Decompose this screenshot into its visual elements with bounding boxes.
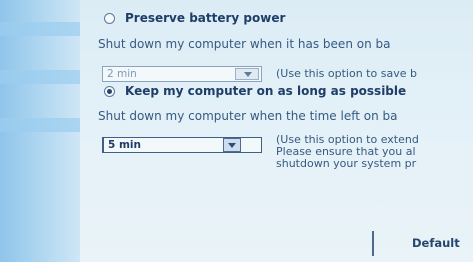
preserve-battery-option[interactable]: Preserve battery power <box>104 11 285 25</box>
nav-band <box>0 118 80 132</box>
default-button[interactable]: Default <box>372 231 473 256</box>
chevron-down-icon[interactable] <box>235 68 259 80</box>
keep-computer-on-time-value: 5 min <box>108 139 141 151</box>
preserve-battery-radio[interactable] <box>104 12 115 24</box>
keep-computer-on-label: Keep my computer on as long as possible <box>125 84 407 98</box>
keep-computer-on-radio[interactable] <box>104 85 115 97</box>
keep-computer-on-time-select[interactable]: 5 min <box>102 137 262 153</box>
preserve-battery-time-select[interactable]: 2 min <box>102 66 262 82</box>
preserve-battery-label: Preserve battery power <box>125 11 286 25</box>
preserve-battery-time-value: 2 min <box>107 68 137 80</box>
keep-computer-on-description: Shut down my computer when the time left… <box>98 109 398 123</box>
default-button-label: Default <box>412 236 460 250</box>
keep-computer-on-note-line-3: shutdown your system pr <box>276 157 417 170</box>
preserve-battery-note: (Use this option to save b <box>276 67 417 80</box>
chevron-down-icon[interactable] <box>223 138 241 152</box>
keep-computer-on-option[interactable]: Keep my computer on as long as possible <box>104 84 406 98</box>
left-navigation-pane <box>0 0 80 262</box>
preserve-battery-description: Shut down my computer when it has been o… <box>98 37 391 51</box>
nav-band <box>0 70 80 84</box>
nav-band <box>0 22 80 36</box>
